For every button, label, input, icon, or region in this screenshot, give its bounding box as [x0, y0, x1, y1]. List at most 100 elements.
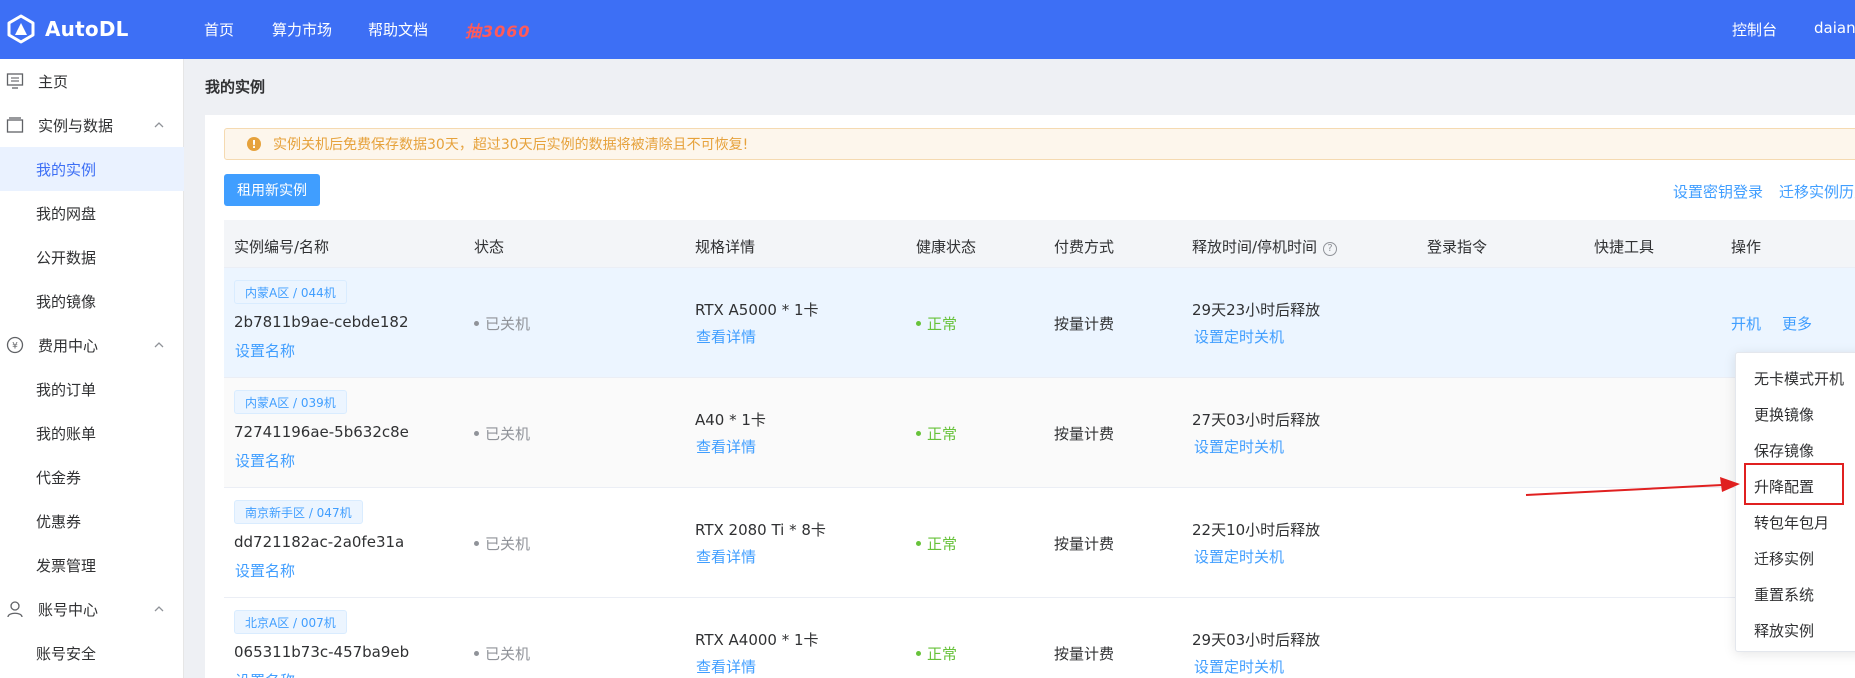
menu-item-gpu-free-start[interactable]: 无卡模式开机 [1736, 360, 1855, 396]
set-timer-link[interactable]: 设置定时关机 [1194, 546, 1284, 567]
sidebar-item-public-data[interactable]: 公开数据 [0, 235, 184, 279]
health-dot-icon [916, 321, 921, 326]
health-dot-icon [916, 541, 921, 546]
sidebar-item-my-images[interactable]: 我的镜像 [0, 279, 184, 323]
status-text: 已关机 [474, 533, 530, 554]
status-text: 已关机 [474, 643, 530, 664]
table-row: 南京新手区 / 047机 dd721182ac-2a0fe31a 设置名称 已关… [224, 488, 1855, 598]
set-name-link[interactable]: 设置名称 [235, 450, 295, 471]
instance-id: 72741196ae-5b632c8e [234, 423, 409, 441]
top-header: AutoDL 首页 算力市场 帮助文档 抽3060 控制台 daianb [0, 0, 1855, 59]
table-row: 内蒙A区 / 039机 72741196ae-5b632c8e 设置名称 已关机… [224, 378, 1855, 488]
menu-item-migrate[interactable]: 迁移实例 [1736, 540, 1855, 576]
status-dot-icon [474, 321, 479, 326]
sidebar-item-vouchers[interactable]: 代金券 [0, 455, 184, 499]
sidebar-item-invoices[interactable]: 发票管理 [0, 543, 184, 587]
region-tag: 北京A区 / 007机 [234, 610, 347, 634]
yen-icon: ¥ [4, 334, 26, 356]
set-name-link[interactable]: 设置名称 [235, 340, 295, 361]
sidebar-label: 账号中心 [38, 600, 99, 619]
more-button[interactable]: 更多 [1782, 313, 1812, 334]
table-row: 内蒙A区 / 044机 2b7811b9ae-cebde182 设置名称 已关机… [224, 268, 1855, 378]
user-name[interactable]: daianb [1814, 19, 1855, 37]
payment-text: 按量计费 [1054, 645, 1115, 663]
set-name-link[interactable]: 设置名称 [235, 560, 295, 581]
view-details-link[interactable]: 查看详情 [696, 436, 756, 457]
set-timer-link[interactable]: 设置定时关机 [1194, 326, 1284, 347]
sidebar-item-my-disk[interactable]: 我的网盘 [0, 191, 184, 235]
sidebar: 主页 实例与数据 我的实例 我的网盘 公开数据 我的镜像 ¥ 费用中心 我的订单… [0, 59, 184, 678]
region-tag: 南京新手区 / 047机 [234, 500, 363, 524]
sidebar-item-home[interactable]: 主页 [0, 62, 184, 100]
sidebar-label: 实例与数据 [38, 116, 114, 135]
sidebar-group-fees[interactable]: ¥ 费用中心 [0, 326, 184, 364]
logo[interactable]: AutoDL [5, 13, 129, 45]
warning-alert: ! 实例关机后免费保存数据30天，超过30天后实例的数据将被清除且不可恢复! [224, 128, 1855, 160]
sidebar-label: 费用中心 [38, 336, 99, 355]
question-icon[interactable]: ? [1323, 242, 1338, 256]
spec-text: RTX A4000 * 1卡 [695, 631, 819, 649]
status-text: 已关机 [474, 313, 530, 334]
release-text: 22天10小时后释放 [1192, 521, 1321, 539]
menu-item-release[interactable]: 释放实例 [1736, 612, 1855, 648]
set-timer-link[interactable]: 设置定时关机 [1194, 656, 1284, 677]
instance-id: dd721182ac-2a0fe31a [234, 533, 405, 551]
set-name-link[interactable]: 设置名称 [235, 670, 295, 678]
sidebar-item-bills[interactable]: 我的账单 [0, 411, 184, 455]
view-details-link[interactable]: 查看详情 [696, 546, 756, 567]
set-key-login-link[interactable]: 设置密钥登录 [1673, 181, 1763, 202]
release-text: 27天03小时后释放 [1192, 411, 1321, 429]
nav-console[interactable]: 控制台 [1732, 19, 1777, 40]
col-login-cmd: 登录指令 [1427, 238, 1488, 256]
sidebar-item-account-security[interactable]: 账号安全 [0, 631, 184, 675]
nav-docs[interactable]: 帮助文档 [368, 19, 428, 40]
col-tools: 快捷工具 [1594, 238, 1655, 256]
health-dot-icon [916, 431, 921, 436]
menu-item-reset-system[interactable]: 重置系统 [1736, 576, 1855, 612]
release-text: 29天03小时后释放 [1192, 631, 1321, 649]
view-details-link[interactable]: 查看详情 [696, 656, 756, 677]
payment-text: 按量计费 [1054, 425, 1115, 443]
set-timer-link[interactable]: 设置定时关机 [1194, 436, 1284, 457]
alert-text: 实例关机后免费保存数据30天，超过30天后实例的数据将被清除且不可恢复! [273, 137, 749, 153]
col-health: 健康状态 [916, 238, 977, 256]
spec-text: A40 * 1卡 [695, 411, 766, 429]
health-text: 正常 [916, 313, 957, 334]
status-dot-icon [474, 431, 479, 436]
rent-new-instance-button[interactable]: 租用新实例 [224, 174, 320, 206]
sidebar-item-coupons[interactable]: 优惠券 [0, 499, 184, 543]
instance-id: 2b7811b9ae-cebde182 [234, 313, 409, 331]
status-dot-icon [474, 651, 479, 656]
menu-item-monthly-plan[interactable]: 转包年包月 [1736, 504, 1855, 540]
folder-icon [4, 114, 26, 136]
nav-home[interactable]: 首页 [204, 19, 234, 40]
chevron-up-icon [154, 606, 164, 612]
start-button[interactable]: 开机 [1731, 313, 1761, 334]
migrate-history-link[interactable]: 迁移实例历史 [1779, 181, 1855, 202]
col-spec: 规格详情 [695, 238, 756, 256]
nav-market[interactable]: 算力市场 [272, 19, 332, 40]
payment-text: 按量计费 [1054, 535, 1115, 553]
monitor-icon [4, 70, 26, 92]
status-dot-icon [474, 541, 479, 546]
view-details-link[interactable]: 查看详情 [696, 326, 756, 347]
table-header: 实例编号/名称 状态 规格详情 健康状态 付费方式 释放时间/停机时间? 登录指… [224, 220, 1855, 268]
sidebar-item-my-instances[interactable]: 我的实例 [0, 147, 184, 191]
chevron-up-icon [154, 342, 164, 348]
nav-promo[interactable]: 抽3060 [465, 18, 531, 42]
payment-text: 按量计费 [1054, 315, 1115, 333]
status-text: 已关机 [474, 423, 530, 444]
annotation-highlight-box [1744, 463, 1844, 505]
col-release-time: 释放时间/停机时间? [1192, 236, 1338, 257]
menu-item-change-image[interactable]: 更换镜像 [1736, 396, 1855, 432]
autodl-logo-icon [7, 14, 35, 44]
col-instance: 实例编号/名称 [234, 238, 330, 256]
spec-text: RTX A5000 * 1卡 [695, 301, 819, 319]
region-tag: 内蒙A区 / 039机 [234, 390, 347, 414]
svg-text:¥: ¥ [12, 342, 18, 352]
sidebar-group-account[interactable]: 账号中心 [0, 590, 184, 628]
sidebar-group-instances[interactable]: 实例与数据 [0, 106, 184, 144]
health-text: 正常 [916, 423, 957, 444]
release-text: 29天23小时后释放 [1192, 301, 1321, 319]
sidebar-item-orders[interactable]: 我的订单 [0, 367, 184, 411]
